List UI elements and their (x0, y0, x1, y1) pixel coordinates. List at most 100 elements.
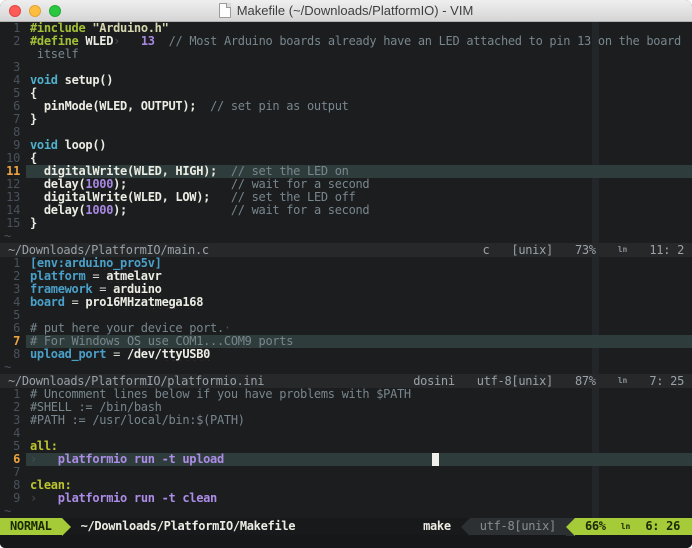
line-number: 2 (13, 270, 20, 283)
code-line[interactable]: 13 digitalWrite(WLED, LOW); // set the L… (0, 191, 692, 204)
code-line[interactable]: 4 board = pro16MHzatmega168 (0, 296, 692, 309)
file-encoding: utf-8[unix] (469, 518, 566, 535)
powerline-chevron-icon (565, 518, 575, 536)
code-line[interactable]: 4 (0, 427, 692, 440)
line-number: 4 (13, 296, 20, 309)
cursor-position: 6: 26 (645, 519, 680, 533)
code-line[interactable]: 3 (0, 61, 692, 74)
code-line[interactable]: 6 # put here your device port.· (0, 322, 692, 335)
statusline-inactive[interactable]: ~/Downloads/PlatformIO/platformio.ini dos… (0, 374, 692, 388)
syntax-segment: "Arduino.h" (92, 22, 169, 35)
code-line[interactable]: 2 platform = atmelavr (0, 270, 692, 283)
syntax-segment: WLED (85, 35, 114, 48)
syntax-segment: = (92, 283, 114, 296)
code-line[interactable]: 7} (0, 113, 692, 126)
minimize-button[interactable] (29, 5, 41, 17)
code-line[interactable]: 8 upload_port = /dev/ttyUSB0 (0, 348, 692, 361)
vim-window: Makefile (~/Downloads/PlatformIO) - VIM … (0, 0, 692, 548)
statusline-format: utf-8[unix] (476, 374, 553, 388)
syntax-segment: 1000 (85, 204, 114, 217)
titlebar[interactable]: Makefile (~/Downloads/PlatformIO) - VIM (0, 0, 692, 22)
line-number (0, 48, 26, 61)
syntax-segment: #include (30, 22, 86, 35)
close-button[interactable] (9, 5, 21, 17)
code-line[interactable]: 4 void setup() (0, 74, 692, 87)
line-number-icon: ln (620, 522, 631, 531)
code-line[interactable]: 8 (0, 126, 692, 139)
line-number: 5 (13, 440, 20, 453)
syntax-segment: · (223, 322, 231, 335)
filler-line[interactable]: ~ (0, 361, 692, 374)
line-number: 4 (13, 427, 20, 440)
syntax-segment (30, 100, 44, 113)
syntax-segment: ); (113, 178, 127, 191)
line-number: 1 (13, 257, 20, 270)
line-number: 6 (13, 100, 20, 113)
line-text (26, 427, 692, 440)
code-line[interactable]: 6 › platformio run -t upload (0, 453, 692, 466)
filler-line[interactable]: ~ (0, 230, 692, 243)
code-line[interactable]: 3 framework = arduino (0, 283, 692, 296)
code-line[interactable]: 15} (0, 217, 692, 230)
code-line[interactable]: 7 (0, 466, 692, 479)
statusline-filetype: c (482, 243, 490, 257)
line-text (26, 61, 692, 74)
code-line[interactable]: 1 # Uncomment lines below if you have pro… (0, 388, 692, 401)
line-number: 11 (6, 165, 20, 178)
tilde-marker: ~ (4, 361, 11, 374)
code-line[interactable]: 11 digitalWrite(WLED, HIGH); // set the … (0, 165, 692, 178)
code-line[interactable]: 5{ (0, 87, 692, 100)
code-line[interactable]: 7 # For Windows OS use COM1...COM9 ports (0, 335, 692, 348)
syntax-segment (155, 35, 169, 48)
syntax-segment: board (30, 296, 65, 309)
code-line[interactable]: 2 #SHELL := /bin/bash (0, 401, 692, 414)
syntax-segment: itself (30, 48, 79, 61)
line-number: 12 (6, 178, 20, 191)
line-text: itself (26, 48, 692, 61)
statusline-info: c [unix] 73% ln 11: 2 (482, 243, 692, 257)
window-title: Makefile (~/Downloads/PlatformIO) - VIM (236, 3, 474, 18)
syntax-segment: ttyUSB0 (161, 348, 211, 361)
syntax-segment: // set pin as output (210, 100, 349, 113)
line-number: 7 (13, 466, 20, 479)
filler-line[interactable]: ~ (0, 505, 692, 518)
code-line[interactable]: 3 #PATH := /usr/local/bin:$(PATH) (0, 414, 692, 427)
code-line[interactable]: 12 delay(1000); // wait for a second (0, 178, 692, 191)
statusline-inactive[interactable]: ~/Downloads/PlatformIO/main.c c [unix] 73% l… (0, 243, 692, 257)
vim-editor: 1 #include "Arduino.h" 2 #define WLED› 13 /… (0, 22, 692, 518)
statusline-active[interactable]: NORMAL ~/Downloads/PlatformIO/Makefile m… (0, 518, 692, 536)
syntax-segment: pro16MHzatmega168 (85, 296, 204, 309)
syntax-segment (30, 204, 44, 217)
code-line[interactable]: 8 clean: (0, 479, 692, 492)
code-line[interactable]: 1 [env:arduino_pro5v] (0, 257, 692, 270)
line-text: digitalWrite(WLED, LOW); // set the LED … (26, 191, 692, 204)
code-line[interactable]: 5 all: (0, 440, 692, 453)
line-text (26, 466, 692, 479)
code-line[interactable]: 10 { (0, 152, 692, 165)
line-number: 3 (13, 61, 20, 74)
line-text: delay(1000); // wait for a second (26, 178, 692, 191)
line-number: 7 (13, 113, 20, 126)
code-line[interactable]: 14 delay(1000); // wait for a second (0, 204, 692, 217)
code-line[interactable]: itself (0, 48, 692, 61)
syntax-segment (127, 178, 231, 191)
line-number: 10 (6, 152, 20, 165)
code-line[interactable]: 2 #define WLED› 13 // Most Arduino boards… (0, 35, 692, 48)
pane-makefile: 1 # Uncomment lines below if you have pro… (0, 388, 692, 518)
syntax-segment: # Uncomment lines below if you have prob… (30, 388, 411, 401)
line-text: pinMode(WLED, OUTPUT); // set pin as out… (26, 100, 692, 113)
code-line[interactable]: 9 › platformio run -t clean (0, 492, 692, 505)
syntax-segment: #define (30, 35, 79, 48)
syntax-segment: digitalWrite(WLED, LOW); (43, 191, 211, 204)
line-number: 8 (13, 348, 20, 361)
code-line[interactable]: 5 (0, 309, 692, 322)
command-line[interactable] (0, 535, 692, 548)
maximize-button[interactable] (49, 5, 61, 17)
code-line[interactable]: 6 pinMode(WLED, OUTPUT); // set pin as o… (0, 100, 692, 113)
code-line[interactable]: 1 #include "Arduino.h" (0, 22, 692, 35)
code-line[interactable]: 9 void loop() (0, 139, 692, 152)
statusline-percent: 73% (574, 243, 596, 257)
syntax-segment: COM1 (175, 335, 204, 348)
syntax-segment: { (30, 152, 37, 165)
line-text: # For Windows OS use COM1...COM9 ports (26, 335, 692, 348)
